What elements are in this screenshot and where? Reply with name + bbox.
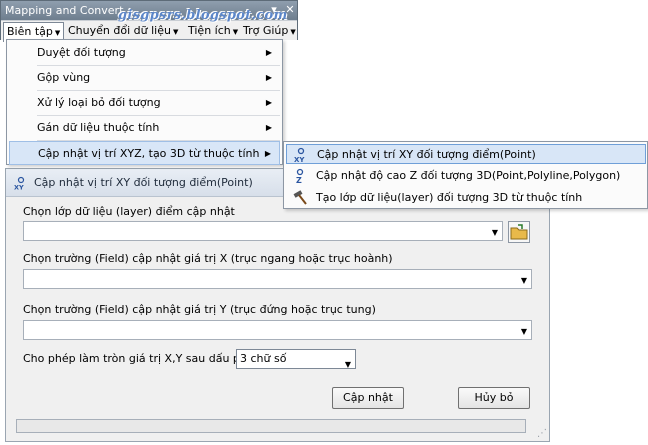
field-x-label: Chọn trường (Field) cập nhật giá trị X (… — [23, 252, 393, 265]
submenu-item-xy-point[interactable]: XY Cập nhật vị trí XY đối tượng điểm(Poi… — [286, 144, 646, 164]
layer-select[interactable]: ▼ — [23, 221, 503, 241]
menu-label: Trợ Giúp — [243, 24, 289, 37]
menu-item-label: Xử lý loại bỏ đối tượng — [37, 96, 161, 109]
svg-text:XY: XY — [14, 184, 24, 191]
field-y-select[interactable]: ▼ — [23, 320, 532, 340]
chevron-right-icon: ▶ — [265, 73, 272, 82]
bien-tap-dropdown: Duyệt đối tượng ▶ Gộp vùng ▶ Xử lý loại bỏ… — [6, 39, 283, 165]
menu-item-label: Cập nhật vị trí XYZ, tạo 3D từ thuộc tín… — [38, 147, 260, 160]
chevron-down-icon: ▼ — [520, 276, 527, 285]
menu-label: Biên tập — [7, 25, 53, 38]
z-icon: Z — [296, 168, 304, 184]
field-y-label: Chọn trường (Field) cập nhật giá trị Y (… — [23, 303, 376, 316]
rounding-value: 3 chữ số — [240, 352, 287, 365]
menu-item-gan-du-lieu[interactable]: Gán dữ liệu thuộc tính ▶ — [9, 116, 280, 140]
chevron-down-icon: ▼ — [54, 29, 61, 37]
progress-bar — [16, 419, 526, 433]
chevron-right-icon: ▶ — [265, 98, 272, 107]
cap-nhat-submenu: XY Cập nhật vị trí XY đối tượng điểm(Poi… — [283, 141, 648, 209]
menu-item-xu-ly[interactable]: Xử lý loại bỏ đối tượng ▶ — [9, 91, 280, 115]
update-xy-dialog: XY Cập nhật vị trí XY đối tượng điểm(Poi… — [5, 168, 550, 442]
chevron-down-icon: ▼ — [520, 327, 527, 336]
chevron-down-icon: ▼ — [344, 360, 351, 369]
submenu-item-z-3d[interactable]: Z Cập nhật độ cao Z đối tượng 3D(Point,P… — [286, 166, 646, 186]
xy-point-icon: XY — [14, 176, 25, 191]
hammer-icon — [293, 190, 307, 205]
rounding-select[interactable]: 3 chữ số ▼ — [236, 349, 356, 369]
menu-item-label: Gán dữ liệu thuộc tính — [37, 121, 160, 134]
watermark: gisgpsrs.blogspot.com — [118, 8, 288, 23]
open-folder-button[interactable] — [508, 221, 530, 243]
svg-text:Z: Z — [296, 176, 302, 184]
menu-item-cap-nhat-xyz[interactable]: Cập nhật vị trí XYZ, tạo 3D từ thuộc tín… — [9, 141, 280, 165]
chevron-right-icon: ▶ — [264, 149, 271, 158]
chevron-down-icon: ▼ — [290, 28, 296, 36]
submenu-item-tao-lop-3d[interactable]: Tạo lớp dữ liệu(layer) đối tượng 3D từ t… — [286, 188, 646, 208]
menu-item-label: Cập nhật vị trí XY đối tượng điểm(Point) — [317, 148, 536, 161]
folder-icon — [510, 224, 528, 240]
window-title: Mapping and Convert — [5, 4, 124, 17]
chevron-right-icon: ▶ — [265, 48, 272, 57]
menu-item-label: Tạo lớp dữ liệu(layer) đối tượng 3D từ t… — [316, 191, 583, 204]
menu-item-label: Cập nhật độ cao Z đối tượng 3D(Point,Pol… — [316, 169, 621, 182]
menu-item-gop-vung[interactable]: Gộp vùng ▶ — [9, 66, 280, 90]
xy-point-icon: XY — [294, 147, 305, 163]
menubar: Biên tập ▼ Chuyển đổi dữ liệu ▼ Tiện ích ▼ … — [1, 20, 299, 42]
chevron-down-icon: ▼ — [491, 228, 498, 237]
menu-label: Chuyển đổi dữ liệu — [68, 24, 171, 37]
rounding-label: Cho phép làm tròn giá trị X,Y sau dấu ph… — [23, 352, 261, 365]
menu-item-label: Gộp vùng — [37, 71, 91, 84]
menu-tien-ich[interactable]: Tiện ích ▼ — [185, 22, 241, 40]
menu-tro-giup[interactable]: Trợ Giúp ▼ — [240, 22, 299, 40]
update-button[interactable]: Cập nhật — [332, 387, 404, 409]
resize-grip-icon[interactable]: ⋰ — [537, 428, 547, 439]
menu-item-duyet[interactable]: Duyệt đối tượng ▶ — [9, 41, 280, 65]
svg-text:XY: XY — [294, 156, 305, 163]
chevron-down-icon: ▼ — [232, 28, 239, 36]
layer-label: Chọn lớp dữ liệu (layer) điểm cập nhật — [23, 205, 235, 218]
field-x-select[interactable]: ▼ — [23, 269, 532, 289]
cancel-button[interactable]: Hủy bỏ — [458, 387, 530, 409]
dialog-title: Cập nhật vị trí XY đối tượng điểm(Point) — [34, 176, 253, 189]
menu-item-label: Duyệt đối tượng — [37, 46, 126, 59]
chevron-down-icon: ▼ — [172, 28, 179, 36]
menu-chuyen-doi[interactable]: Chuyển đổi dữ liệu ▼ — [65, 22, 181, 40]
menu-label: Tiện ích — [188, 24, 231, 37]
chevron-right-icon: ▶ — [265, 123, 272, 132]
